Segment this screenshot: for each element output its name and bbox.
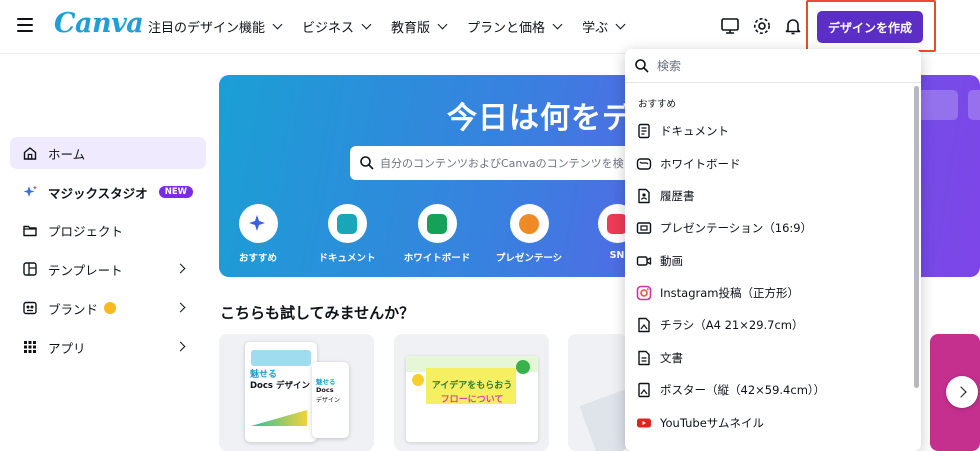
dropdown-scrollbar[interactable] xyxy=(914,86,919,388)
dropdown-item-resume[interactable]: 履歴書 xyxy=(636,184,906,208)
chevron-down-icon xyxy=(615,19,626,30)
dropdown-search-input[interactable]: 検索 xyxy=(625,49,921,83)
dropdown-item-flyer[interactable]: チラシ（A4 21×29.7cm） xyxy=(636,313,906,337)
template-icon xyxy=(23,262,37,276)
suggestion-card-whiteboard[interactable]: アイデアをもらおう フローについて xyxy=(394,334,549,451)
home-icon xyxy=(23,147,37,160)
dropdown-item-text-doc[interactable]: 文書 xyxy=(636,346,906,370)
document-icon xyxy=(337,213,357,234)
whiteboard-icon xyxy=(427,213,447,234)
chevron-right-icon xyxy=(175,263,186,274)
menu-icon[interactable] xyxy=(17,18,33,32)
whiteboard-preview: アイデアをもらおう フローについて xyxy=(406,356,538,442)
dropdown-item-poster[interactable]: ポスター（縦（42×59.4cm）） xyxy=(636,378,906,402)
youtube-icon xyxy=(637,418,651,428)
sidebar-item-brand[interactable]: ブランド xyxy=(10,292,206,324)
create-design-dropdown: 検索 おすすめ ドキュメント ホワイトボード 履歴書 プレゼンテーション（16:… xyxy=(625,49,921,451)
video-icon xyxy=(636,256,652,266)
nav-education[interactable]: 教育版 xyxy=(391,17,448,36)
carousel-next-button[interactable] xyxy=(946,376,978,408)
sidebar-item-home[interactable]: ホーム xyxy=(10,137,206,169)
sparkle-icon xyxy=(249,214,265,231)
chevron-right-icon xyxy=(175,302,186,313)
nav-pricing[interactable]: プランと価格 xyxy=(467,17,563,36)
heart-icon xyxy=(607,213,627,234)
dropdown-item-presentation[interactable]: プレゼンテーション（16:9） xyxy=(636,216,906,240)
keyboard-graphic xyxy=(579,385,628,451)
flyer-icon xyxy=(638,317,650,333)
dropdown-item-document[interactable]: ドキュメント xyxy=(636,119,906,143)
desktop-icon[interactable] xyxy=(720,16,740,36)
document-icon xyxy=(638,123,650,139)
new-badge: NEW xyxy=(158,186,193,198)
text-doc-icon xyxy=(638,350,650,366)
chevron-down-icon xyxy=(272,19,283,30)
whiteboard-icon xyxy=(636,158,652,170)
dropdown-section-label: おすすめ xyxy=(638,99,677,110)
sparkle-icon xyxy=(23,185,38,197)
dropdown-item-youtube[interactable]: YouTubeサムネイル xyxy=(636,411,906,435)
chevron-down-icon xyxy=(437,19,448,30)
resume-icon xyxy=(638,188,650,204)
quick-action-document[interactable]: ドキュメント xyxy=(305,204,389,264)
docs-preview: 魅せる Docs デザイン xyxy=(245,342,317,442)
sidebar-item-projects[interactable]: プロジェクト xyxy=(10,214,206,246)
crown-icon xyxy=(104,302,117,314)
create-design-button[interactable]: デザインを作成 xyxy=(817,11,923,43)
sidebar-item-apps[interactable]: アプリ xyxy=(10,331,206,363)
create-design-highlight: デザインを作成 xyxy=(806,0,936,52)
hero-search-input[interactable]: 自分のコンテンツおよびCanvaのコンテンツを検 xyxy=(350,146,670,180)
top-header: Canva 注目のデザイン機能 ビジネス 教育版 プランと価格 学ぶ デザインを… xyxy=(0,0,980,54)
docs-mobile-preview: 魅せる Docs デザイン xyxy=(312,362,349,438)
quick-action-presentation[interactable]: プレゼンテーシ xyxy=(487,204,571,264)
sidebar-item-templates[interactable]: テンプレート xyxy=(10,253,206,285)
folder-icon xyxy=(23,225,37,237)
section-title: こちらも試してみませんか？ xyxy=(220,304,415,322)
presentation-icon xyxy=(519,213,539,234)
brand-icon xyxy=(23,301,37,315)
poster-icon xyxy=(638,382,650,398)
chevron-down-icon xyxy=(552,19,563,30)
dropdown-item-instagram[interactable]: Instagram投稿（正方形） xyxy=(636,281,906,305)
chevron-down-icon xyxy=(361,19,372,30)
main-nav: 注目のデザイン機能 ビジネス 教育版 プランと価格 学ぶ xyxy=(148,17,645,36)
search-icon xyxy=(635,59,649,73)
hero-chip-button-2[interactable] xyxy=(968,90,980,120)
apps-grid-icon xyxy=(24,341,36,353)
bar-graphic xyxy=(251,410,307,426)
suggestion-card-3[interactable] xyxy=(568,334,628,451)
search-icon xyxy=(360,156,374,170)
settings-gear-icon[interactable] xyxy=(752,16,772,36)
instagram-icon xyxy=(636,285,652,301)
dropdown-item-video[interactable]: 動画 xyxy=(636,249,906,273)
presentation-icon xyxy=(636,222,652,234)
nav-features[interactable]: 注目のデザイン機能 xyxy=(148,17,283,36)
chevron-right-icon xyxy=(954,386,967,398)
canva-logo[interactable]: Canva xyxy=(54,8,144,39)
nav-learn[interactable]: 学ぶ xyxy=(582,17,626,36)
bell-icon[interactable] xyxy=(783,16,803,36)
suggestion-card-docs[interactable]: 魅せる Docs デザイン 魅せる Docs デザイン xyxy=(219,334,374,451)
dropdown-item-whiteboard[interactable]: ホワイトボード xyxy=(636,152,906,176)
chevron-right-icon xyxy=(175,341,186,352)
quick-action-recommended[interactable]: おすすめ xyxy=(219,204,300,264)
sidebar-item-magic-studio[interactable]: マジックスタジオ NEW xyxy=(10,176,206,208)
nav-business[interactable]: ビジネス xyxy=(302,17,372,36)
quick-action-whiteboard[interactable]: ホワイトボード xyxy=(395,204,479,264)
star-sticker xyxy=(516,360,530,374)
